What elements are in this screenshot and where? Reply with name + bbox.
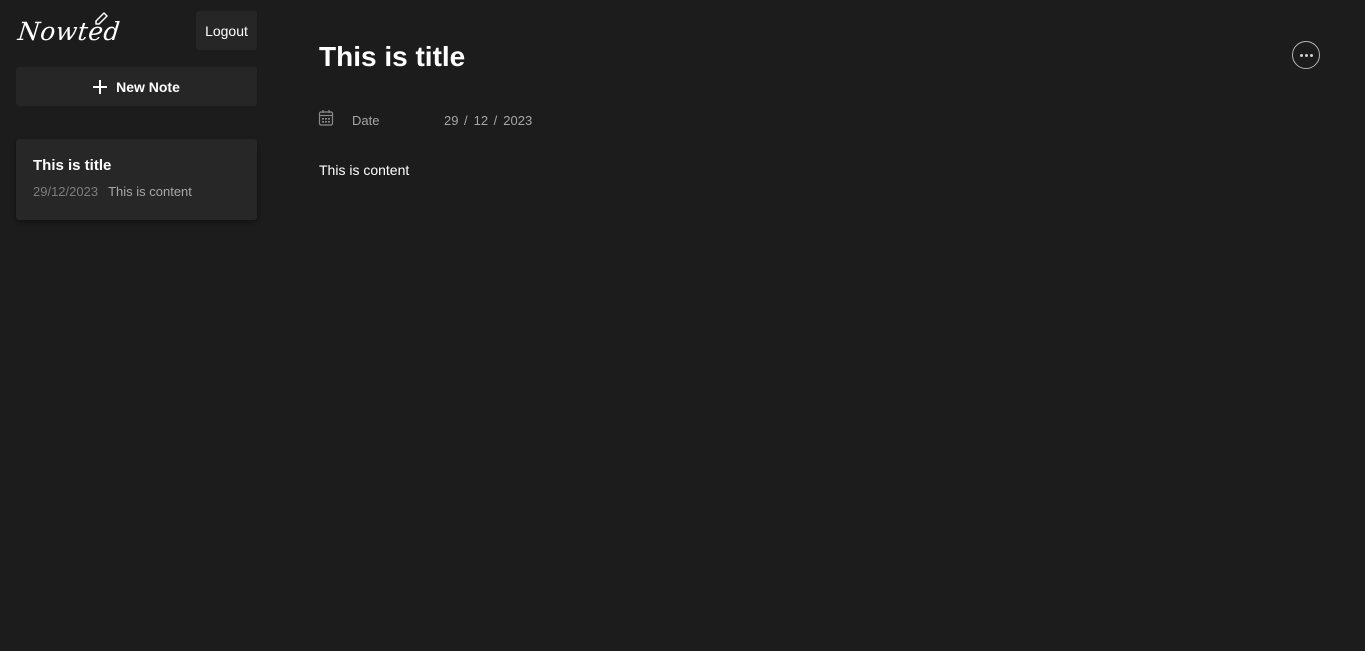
more-options-button[interactable] bbox=[1292, 41, 1320, 69]
new-note-button[interactable]: New Note bbox=[16, 67, 257, 106]
date-label: Date bbox=[352, 112, 380, 128]
note-item-title: This is title bbox=[33, 157, 112, 174]
sidebar: Nowted Logout New Note This is title 29/… bbox=[0, 0, 273, 651]
note-item-meta: 29/12/2023 This is content bbox=[33, 184, 192, 199]
date-input[interactable]: 29 / 12 / 2023 bbox=[444, 113, 532, 128]
more-options-icon bbox=[1299, 53, 1313, 57]
date-row: Date 29 / 12 / 2023 bbox=[318, 109, 532, 132]
new-note-label: New Note bbox=[116, 78, 180, 95]
date-day[interactable]: 29 bbox=[444, 113, 458, 128]
date-year[interactable]: 2023 bbox=[503, 113, 532, 128]
date-separator: / bbox=[493, 112, 498, 128]
app-logo: Nowted bbox=[16, 12, 122, 46]
note-content[interactable]: This is content bbox=[319, 162, 409, 178]
logout-button[interactable]: Logout bbox=[196, 11, 257, 50]
note-item-date: 29/12/2023 bbox=[33, 184, 99, 199]
calendar-icon bbox=[318, 109, 334, 132]
note-editor: This is title Date 29 / 12 / 2023 This i… bbox=[273, 0, 1365, 651]
date-separator: / bbox=[464, 112, 468, 128]
plus-icon bbox=[93, 79, 108, 94]
pen-icon bbox=[94, 12, 108, 31]
sidebar-header: Nowted Logout New Note bbox=[0, 0, 273, 121]
note-item-preview: This is content bbox=[108, 184, 192, 199]
note-list-item[interactable]: This is title 29/12/2023 This is content bbox=[16, 139, 257, 220]
note-title[interactable]: This is title bbox=[319, 41, 465, 73]
date-month[interactable]: 12 bbox=[474, 113, 488, 128]
